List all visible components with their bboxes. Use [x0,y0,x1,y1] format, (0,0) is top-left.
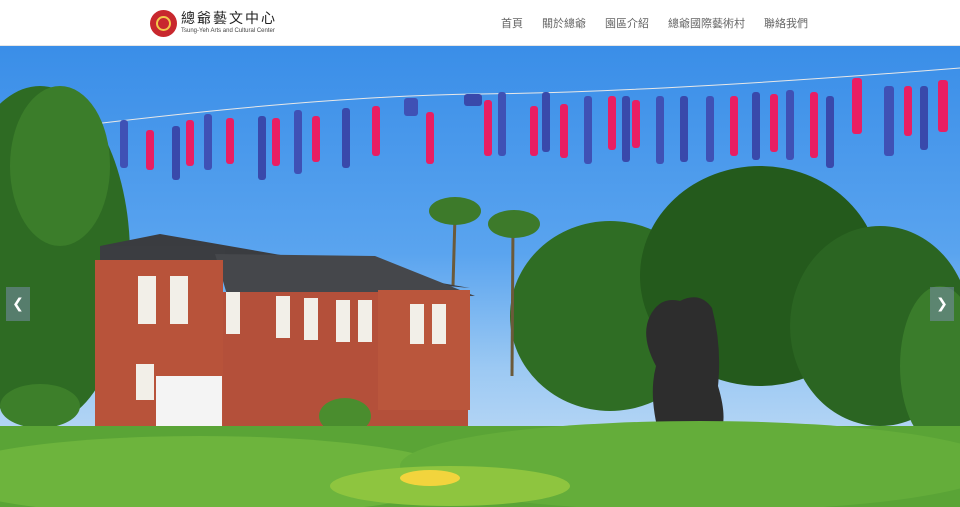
nav-item-art-village[interactable]: 總爺國際藝術村 [668,15,745,31]
logo-title-zh: 總爺藝文中心 [181,11,277,27]
carp-streamers [6,78,948,188]
nav-item-home[interactable]: 首頁 [501,15,523,31]
site-logo[interactable]: 總爺藝文中心 Tsung-Yeh Arts and Cultural Cente… [150,7,277,39]
nav-item-contact[interactable]: 聯絡我們 [764,15,808,31]
nav-item-park[interactable]: 園區介紹 [605,15,649,31]
hero-slider: ❮ ❯ [0,46,960,507]
logo-title-en: Tsung-Yeh Arts and Cultural Center [181,28,275,34]
slider-next-button[interactable]: ❯ [930,287,954,321]
hero-image [0,67,960,507]
main-nav: 首頁 關於總爺 園區介紹 總爺國際藝術村 聯絡我們 [501,15,808,31]
slider-prev-button[interactable]: ❮ [6,287,30,321]
chevron-right-icon: ❯ [936,296,948,312]
chevron-left-icon: ❮ [12,296,24,312]
site-header: 總爺藝文中心 Tsung-Yeh Arts and Cultural Cente… [0,0,960,46]
logo-text: 總爺藝文中心 Tsung-Yeh Arts and Cultural Cente… [181,11,277,35]
logo-emblem-icon [150,9,177,37]
nav-item-about[interactable]: 關於總爺 [542,15,586,31]
